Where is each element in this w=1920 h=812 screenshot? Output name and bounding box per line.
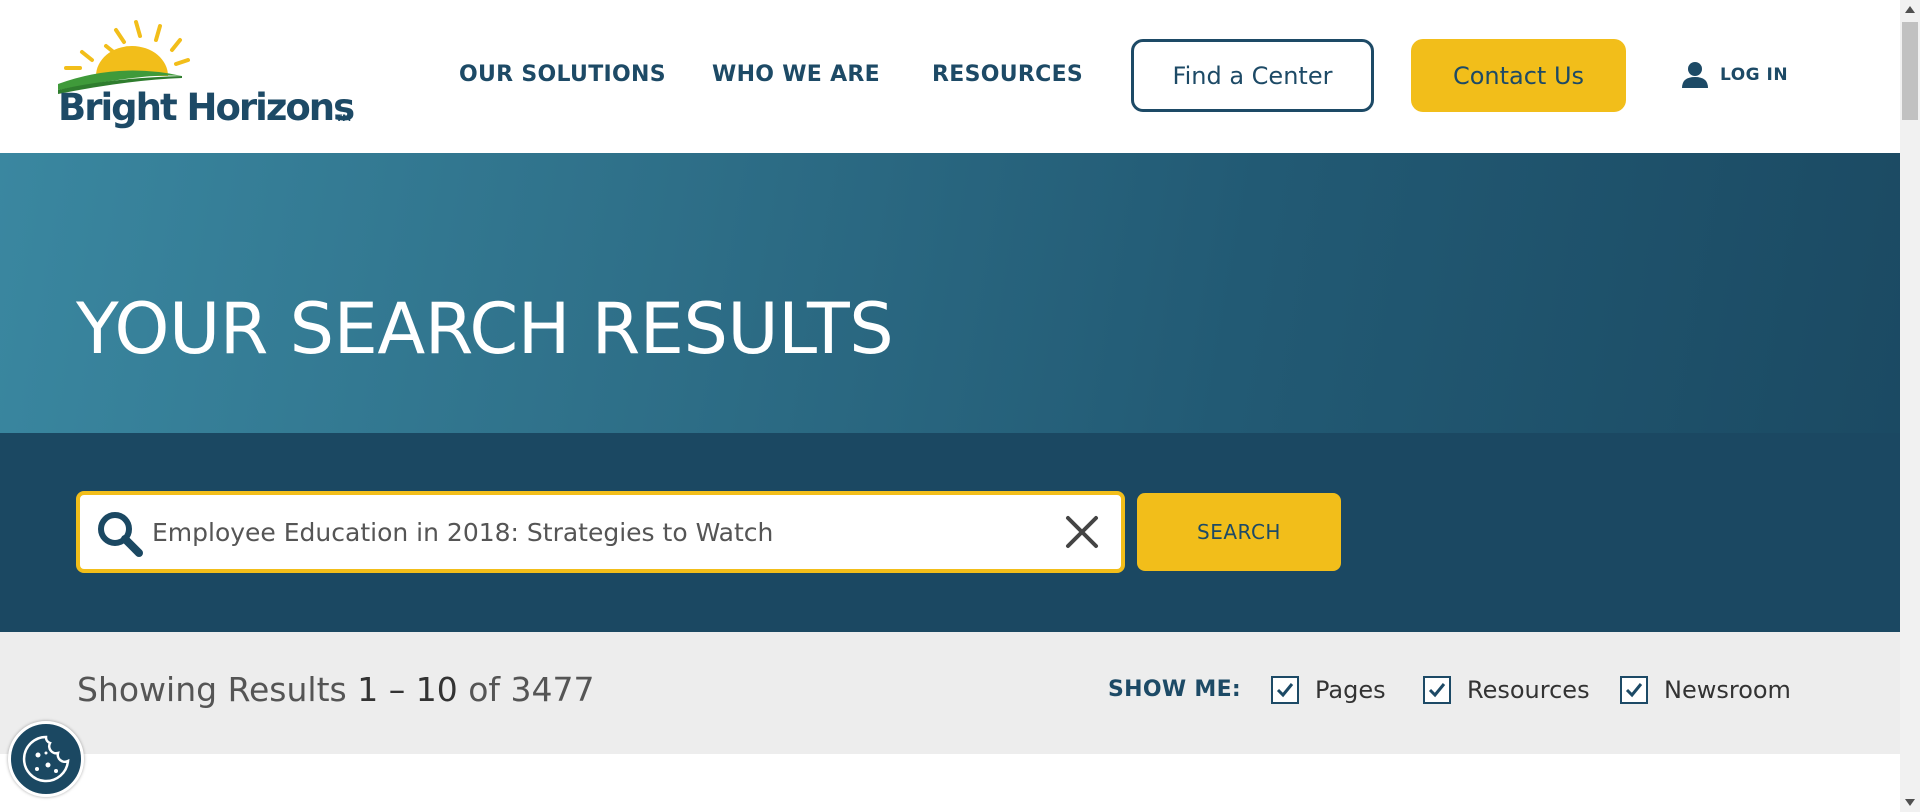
contact-us-button[interactable]: Contact Us (1411, 39, 1626, 112)
results-range-separator: – (388, 670, 406, 709)
filter-pages[interactable]: Pages (1271, 675, 1386, 705)
resources-label: Resources (1467, 676, 1590, 704)
checkmark-icon (1276, 683, 1294, 698)
checkmark-icon (1428, 683, 1446, 698)
scroll-down-arrow[interactable] (1900, 794, 1920, 812)
search-box (76, 491, 1125, 573)
search-input[interactable] (152, 495, 1012, 569)
show-me-label: SHOW ME: (1108, 677, 1242, 702)
newsroom-label: Newsroom (1664, 676, 1791, 704)
results-of-label: of (468, 670, 501, 709)
close-icon[interactable] (1063, 513, 1101, 551)
checkmark-icon (1625, 683, 1643, 698)
nav-who-we-are[interactable]: WHO WE ARE (712, 62, 880, 87)
login-link[interactable]: LOG IN (1682, 57, 1788, 93)
page-title: YOUR SEARCH RESULTS (76, 288, 894, 370)
nav-our-solutions[interactable]: OUR SOLUTIONS (459, 62, 666, 87)
pages-label: Pages (1315, 676, 1386, 704)
vertical-scrollbar[interactable] (1900, 0, 1920, 812)
pages-checkbox[interactable] (1271, 676, 1299, 704)
nav-resources[interactable]: RESOURCES (932, 62, 1083, 87)
scroll-up-arrow[interactable] (1900, 0, 1920, 18)
cookie-icon (22, 735, 70, 783)
logo-wordmark: Bright Horizons (58, 86, 355, 129)
results-prefix: Showing Results (77, 670, 347, 709)
logo-trademark: TM (336, 114, 352, 124)
user-icon (1682, 62, 1708, 88)
results-bar: Showing Results 1 – 10 of 3477 SHOW ME: … (0, 632, 1900, 754)
search-icon (98, 512, 143, 557)
login-label: LOG IN (1720, 65, 1789, 85)
site-header: Bright Horizons TM OUR SOLUTIONS WHO WE … (0, 0, 1900, 153)
scroll-thumb[interactable] (1902, 22, 1918, 120)
results-range-start: 1 (357, 670, 379, 709)
find-a-center-button[interactable]: Find a Center (1131, 39, 1374, 112)
resources-checkbox[interactable] (1423, 676, 1451, 704)
newsroom-checkbox[interactable] (1620, 676, 1648, 704)
search-section: SEARCH (0, 433, 1900, 632)
results-range-end: 10 (415, 670, 458, 709)
cookie-settings-button[interactable] (8, 721, 84, 797)
results-total: 3477 (510, 670, 595, 709)
filter-resources[interactable]: Resources (1423, 675, 1590, 705)
page: Bright Horizons TM OUR SOLUTIONS WHO WE … (0, 0, 1900, 812)
bright-horizons-logo[interactable]: Bright Horizons TM (58, 18, 355, 138)
arrow-down-icon (1905, 799, 1915, 806)
results-count: Showing Results 1 – 10 of 3477 (77, 670, 595, 709)
search-button[interactable]: SEARCH (1137, 493, 1341, 571)
arrow-up-icon (1905, 6, 1915, 13)
hero-banner: YOUR SEARCH RESULTS (0, 153, 1900, 433)
filter-newsroom[interactable]: Newsroom (1620, 675, 1791, 705)
